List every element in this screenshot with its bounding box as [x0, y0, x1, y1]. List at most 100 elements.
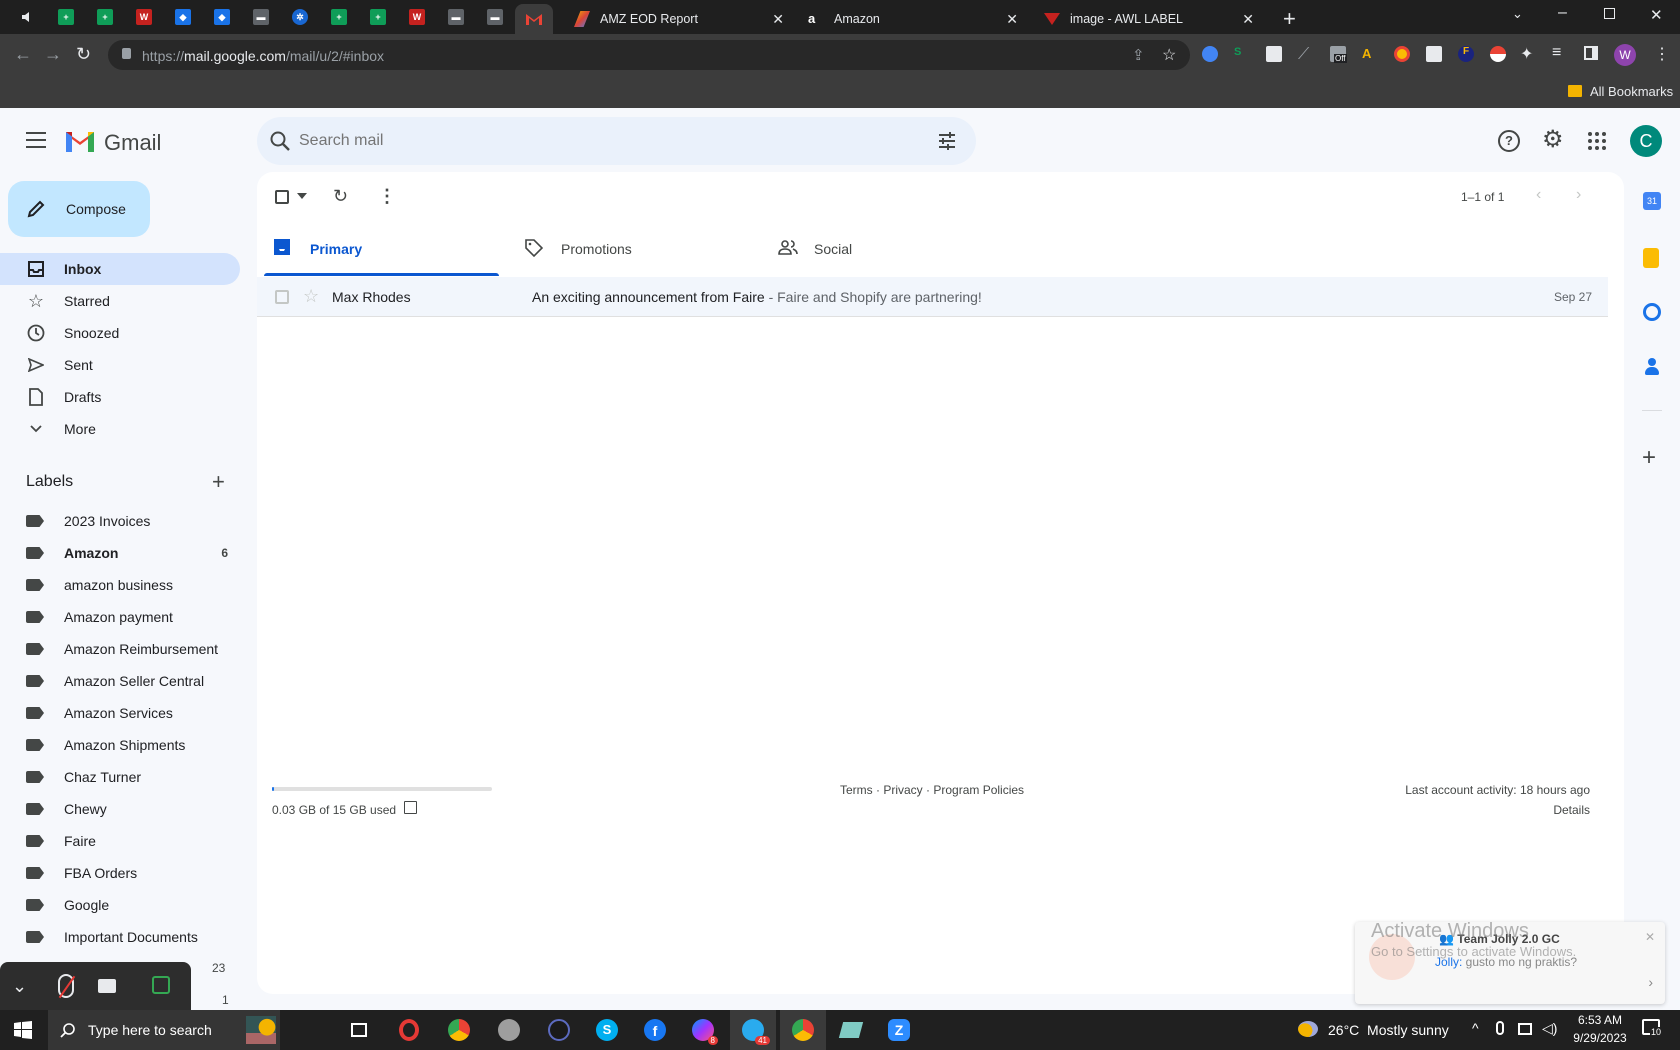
pinned-tab-w[interactable]: W [125, 4, 163, 30]
facebook-icon[interactable]: f [632, 1010, 678, 1050]
label-item[interactable]: Chewy [0, 793, 240, 825]
tab-search-chevron-icon[interactable]: ⌄ [1512, 6, 1523, 22]
weather-icon[interactable] [1298, 1021, 1318, 1037]
add-addon-icon[interactable]: + [1642, 444, 1656, 472]
bookmark-star-icon[interactable]: ☆ [1162, 45, 1176, 65]
search-options-icon[interactable] [937, 131, 957, 151]
label-item[interactable]: Faire [0, 825, 240, 857]
notepad-icon[interactable] [828, 1010, 874, 1050]
zoom-icon[interactable]: Z [876, 1010, 922, 1050]
clock-time[interactable]: 6:53 AM [1570, 1013, 1630, 1027]
extension-icon[interactable] [1394, 46, 1410, 62]
browser-tab[interactable]: a Amazon ✕ [794, 4, 1028, 34]
opera-icon[interactable] [386, 1010, 432, 1050]
open-external-icon[interactable] [404, 801, 417, 814]
extension-icon[interactable]: ⟋ [1298, 46, 1314, 63]
pinned-tab-sheets[interactable]: + [47, 4, 85, 30]
search-input[interactable] [299, 129, 899, 153]
nav-item-snoozed[interactable]: Snoozed [0, 317, 240, 349]
new-tab-button[interactable]: + [1283, 6, 1296, 32]
extension-icon[interactable] [1490, 46, 1506, 62]
add-label-icon[interactable]: + [212, 469, 225, 495]
extension-icon[interactable] [1266, 46, 1282, 62]
program-policies-link[interactable]: Program Policies [933, 783, 1024, 797]
popout-icon[interactable] [152, 976, 170, 994]
pinned-tab-blue[interactable]: ◆ [164, 4, 202, 30]
pinned-tab-gray-2[interactable]: ▬ [437, 4, 475, 30]
select-all-checkbox[interactable] [275, 190, 289, 204]
pinned-tab-gmail[interactable] [515, 4, 553, 34]
label-item[interactable]: Amazon Seller Central [0, 665, 240, 697]
camera-icon[interactable] [98, 979, 116, 993]
nav-item-starred[interactable]: ☆ Starred [0, 285, 240, 317]
taskbar-search[interactable]: Type here to search [48, 1010, 280, 1050]
email-checkbox[interactable] [275, 290, 289, 304]
weather-text[interactable]: 26°C Mostly sunny [1328, 1022, 1449, 1038]
tasks-icon[interactable] [1643, 303, 1661, 321]
clock-app-icon[interactable] [536, 1010, 582, 1050]
network-icon[interactable] [1518, 1023, 1532, 1035]
nav-item-sent[interactable]: Sent [0, 349, 240, 381]
extension-icon[interactable] [1202, 46, 1218, 62]
share-icon[interactable]: ⇪ [1132, 46, 1145, 64]
calendar-icon[interactable]: 31 [1643, 192, 1661, 210]
messenger-icon[interactable]: 8 [680, 1010, 726, 1050]
apps-grid-icon[interactable] [1588, 132, 1606, 150]
clock-date[interactable]: 9/29/2023 [1570, 1031, 1630, 1045]
chevron-right-icon[interactable]: › [1648, 974, 1653, 990]
extension-icon[interactable]: S [1234, 46, 1250, 62]
search-bar[interactable] [257, 117, 976, 165]
label-item[interactable]: amazon business [0, 569, 240, 601]
forward-arrow-icon[interactable]: → [44, 44, 62, 65]
label-item[interactable]: Amazon Shipments [0, 729, 240, 761]
address-bar[interactable]: https://mail.google.com/mail/u/2/#inbox … [108, 40, 1190, 70]
close-tab-icon[interactable]: ✕ [1006, 11, 1018, 28]
label-item[interactable]: 2023 Invoices [0, 505, 240, 537]
label-item[interactable]: Amazon 6 [0, 537, 240, 569]
profile-avatar[interactable]: W [1614, 44, 1636, 66]
tab-social[interactable]: Social [770, 221, 1005, 277]
chrome-menu-icon[interactable]: ⋮ [1654, 44, 1670, 64]
windows-start-icon[interactable] [0, 1010, 46, 1050]
pinned-tab-sheets-4[interactable]: + [359, 4, 397, 30]
pinned-tab-gray-3[interactable]: ▬ [476, 4, 514, 30]
all-bookmarks-button[interactable]: All Bookmarks [1590, 84, 1673, 99]
keep-icon[interactable] [1643, 248, 1659, 268]
newer-chevron-icon[interactable]: ‹ [1536, 186, 1541, 204]
tab-primary[interactable]: Primary [264, 221, 499, 277]
account-avatar[interactable]: C [1630, 125, 1662, 157]
label-item[interactable]: FBA Orders [0, 857, 240, 889]
extension-icon[interactable]: Off [1330, 46, 1347, 63]
browser-tab[interactable]: image - AWL LABEL ✕ [1030, 4, 1264, 34]
email-row[interactable]: ☆ Max Rhodes An exciting announcement fr… [257, 277, 1608, 317]
minimize-button[interactable]: – [1558, 4, 1567, 22]
pinned-tab-gray[interactable]: ▬ [242, 4, 280, 30]
qr-code-icon[interactable] [1426, 46, 1442, 62]
help-icon[interactable]: ? [1498, 130, 1520, 152]
label-item[interactable]: Amazon Reimbursement [0, 633, 240, 665]
label-item[interactable]: Chaz Turner [0, 761, 240, 793]
label-item[interactable]: Important Documents [0, 921, 240, 953]
label-item[interactable]: Amazon payment [0, 601, 240, 633]
label-item[interactable]: Google [0, 889, 240, 921]
more-options-icon[interactable]: ⋮ [378, 186, 396, 207]
browser-tab[interactable]: AMZ EOD Report ✕ [560, 4, 794, 34]
task-view-icon[interactable] [336, 1010, 382, 1050]
older-chevron-icon[interactable]: › [1576, 186, 1581, 204]
star-icon[interactable]: ☆ [303, 286, 319, 307]
close-tab-icon[interactable]: ✕ [772, 11, 784, 28]
details-link[interactable]: Details [1553, 803, 1590, 817]
app-icon[interactable] [486, 1010, 532, 1050]
chrome-profile-icon[interactable] [780, 1010, 826, 1050]
pinned-tab-blue-2[interactable]: ◆ [203, 4, 241, 30]
close-window-button[interactable]: ✕ [1650, 6, 1663, 24]
extension-icon[interactable]: F [1458, 46, 1474, 62]
back-arrow-icon[interactable]: ← [14, 44, 32, 65]
side-panel-icon[interactable] [1584, 46, 1598, 60]
chrome-icon[interactable] [436, 1010, 482, 1050]
pinned-tab-gear[interactable]: ✲ [281, 4, 319, 30]
tab-promotions[interactable]: Promotions [517, 221, 752, 277]
privacy-link[interactable]: Privacy [883, 783, 922, 797]
pinned-tab-sheets-2[interactable]: + [86, 4, 124, 30]
gmail-logo-icon[interactable] [64, 128, 96, 152]
